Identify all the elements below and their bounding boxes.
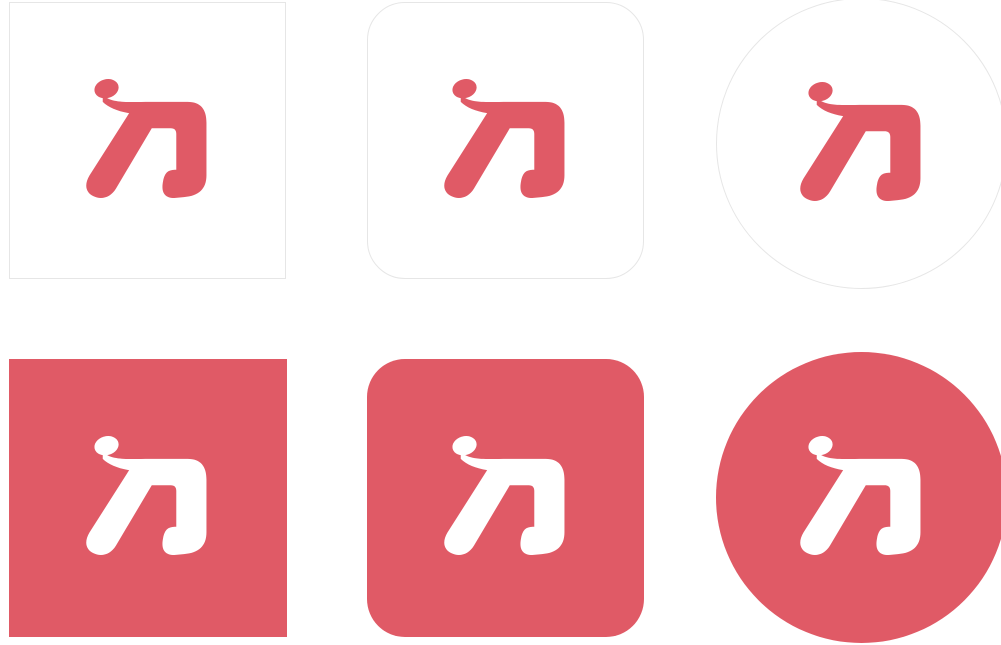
logo-tile-circle-outline	[716, 0, 1001, 289]
logo-tile-rounded-outline	[367, 2, 644, 279]
logo-tile-circle-filled	[716, 352, 1001, 643]
logo-mark-icon	[443, 75, 564, 198]
logo-mark-icon	[86, 433, 207, 556]
logo-tile-rounded-filled	[367, 359, 644, 637]
logo-mark-icon	[85, 75, 206, 198]
logo-tile-square-outline	[9, 2, 286, 279]
logo-mark-icon	[799, 432, 920, 555]
logo-tile-square-filled	[9, 359, 287, 637]
logo-mark-icon	[799, 78, 920, 201]
logo-mark-icon	[443, 433, 564, 556]
